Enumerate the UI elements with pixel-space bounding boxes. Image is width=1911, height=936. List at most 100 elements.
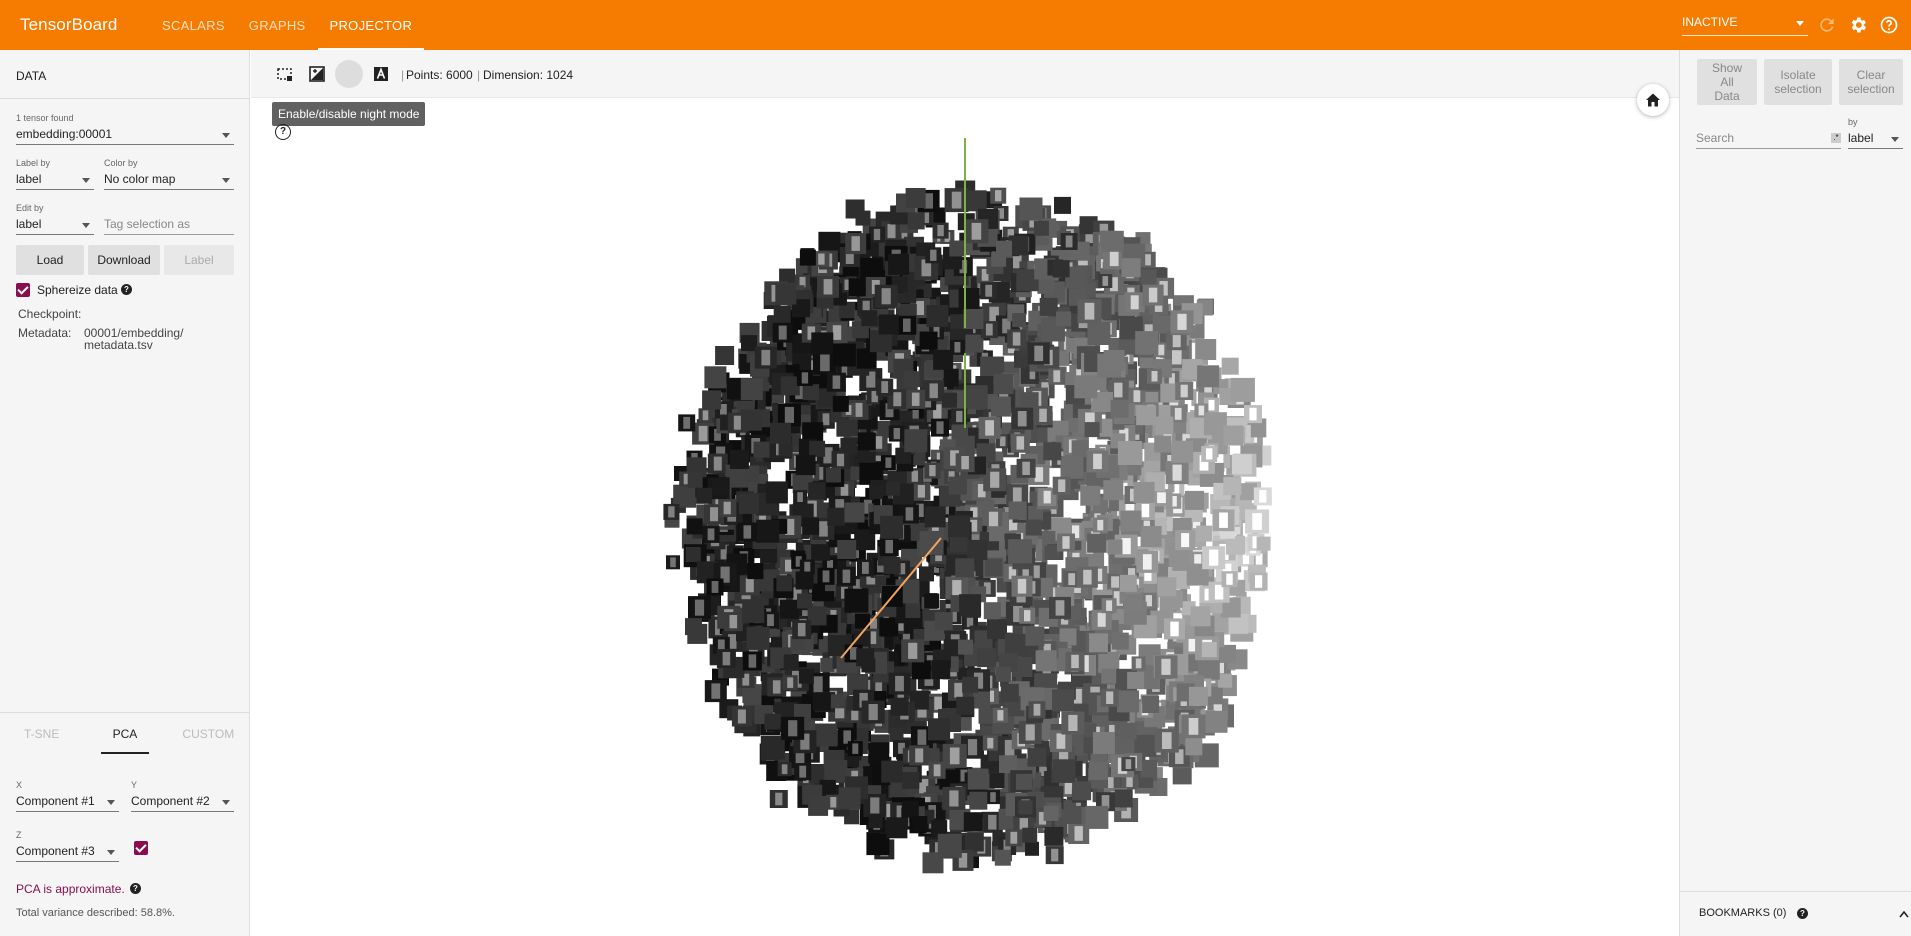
tab-custom[interactable]: CUSTOM xyxy=(167,713,250,754)
embedding-point[interactable] xyxy=(1018,800,1033,815)
embedding-point[interactable] xyxy=(907,212,925,230)
settings-icon[interactable] xyxy=(1848,15,1868,35)
embedding-point[interactable] xyxy=(919,530,944,555)
embedding-point[interactable] xyxy=(1071,440,1089,458)
embedding-point[interactable] xyxy=(1025,841,1039,856)
embedding-point[interactable] xyxy=(948,476,967,495)
embedding-point[interactable] xyxy=(1044,826,1064,846)
help-icon[interactable] xyxy=(1879,15,1899,35)
clear-selection-button[interactable]: Clear selection xyxy=(1839,59,1903,105)
embedding-point[interactable] xyxy=(958,639,973,655)
embedding-point[interactable] xyxy=(1012,313,1027,328)
embedding-point[interactable] xyxy=(888,253,910,275)
embedding-point[interactable] xyxy=(948,515,970,538)
embedding-point[interactable] xyxy=(857,432,876,451)
embedding-point[interactable] xyxy=(753,441,770,458)
regex-toggle-icon[interactable]: .* xyxy=(1831,133,1841,143)
embedding-point[interactable] xyxy=(776,575,793,592)
embedding-point[interactable] xyxy=(881,760,904,783)
tag-selection-input[interactable]: Tag selection as xyxy=(104,213,234,235)
embedding-point[interactable] xyxy=(964,832,984,852)
embedding-point[interactable] xyxy=(878,314,899,335)
embedding-point[interactable] xyxy=(1019,197,1043,221)
embedding-point[interactable] xyxy=(799,249,816,266)
embedding-point[interactable] xyxy=(1127,671,1145,689)
embedding-point[interactable] xyxy=(931,660,951,680)
embedding-point[interactable] xyxy=(967,768,989,790)
embedding-point[interactable] xyxy=(933,349,954,370)
tensor-select[interactable]: embedding:00001 xyxy=(16,123,234,145)
embedding-point[interactable] xyxy=(747,563,764,580)
embedding-point[interactable] xyxy=(1000,683,1019,702)
embedding-point[interactable] xyxy=(844,588,869,613)
embedding-point[interactable] xyxy=(797,593,812,609)
embedding-point[interactable] xyxy=(1088,760,1108,780)
embedding-point[interactable] xyxy=(1119,722,1137,740)
embedding-point[interactable] xyxy=(779,599,799,619)
help-icon[interactable]: ? xyxy=(1797,908,1808,919)
bookmarks-bar[interactable]: BOOKMARKS (0) ? xyxy=(1680,891,1911,936)
embedding-point[interactable] xyxy=(1218,644,1236,663)
refresh-icon[interactable] xyxy=(1817,15,1837,35)
embedding-point[interactable] xyxy=(775,283,797,305)
embedding-point[interactable] xyxy=(905,188,926,208)
embedding-point[interactable] xyxy=(861,310,878,327)
embedding-point[interactable] xyxy=(715,346,735,365)
embedding-scatter[interactable] xyxy=(251,98,1679,936)
embedding-point[interactable] xyxy=(827,507,846,526)
embedding-point[interactable] xyxy=(1223,477,1242,496)
embedding-point[interactable] xyxy=(764,713,781,730)
embedding-point[interactable] xyxy=(1107,539,1123,555)
embedding-point[interactable] xyxy=(1102,230,1124,252)
embedding-point[interactable] xyxy=(1110,399,1129,418)
embedding-point[interactable] xyxy=(1087,533,1107,553)
embedding-point[interactable] xyxy=(1008,539,1033,564)
embedding-point[interactable] xyxy=(856,648,875,667)
embedding-point[interactable] xyxy=(1155,416,1174,435)
embedding-point[interactable] xyxy=(911,660,931,680)
embedding-point[interactable] xyxy=(1185,490,1204,510)
tab-pca[interactable]: PCA xyxy=(83,713,166,754)
embedding-point[interactable] xyxy=(956,696,975,715)
embedding-point[interactable] xyxy=(1103,480,1124,501)
embedding-point[interactable] xyxy=(812,692,831,711)
embedding-point[interactable] xyxy=(924,506,946,528)
run-status-select[interactable]: INACTIVE xyxy=(1682,12,1808,36)
embedding-point[interactable] xyxy=(868,742,890,764)
embedding-point[interactable] xyxy=(1171,440,1194,463)
embedding-point[interactable] xyxy=(1035,650,1057,672)
embedding-point[interactable] xyxy=(869,484,884,499)
embedding-point[interactable] xyxy=(1114,789,1133,808)
embedding-point[interactable] xyxy=(729,449,749,469)
edit-by-select[interactable]: label xyxy=(16,213,94,235)
embedding-point[interactable] xyxy=(989,526,1004,542)
load-button[interactable]: Load xyxy=(16,245,84,275)
embedding-point[interactable] xyxy=(1256,536,1271,551)
x-component-select[interactable]: Component #1 xyxy=(16,790,119,812)
embedding-point[interactable] xyxy=(965,334,984,353)
embedding-point[interactable] xyxy=(811,332,834,355)
search-input[interactable]: Search xyxy=(1696,127,1841,149)
embedding-point[interactable] xyxy=(883,556,901,574)
embedding-point[interactable] xyxy=(820,657,835,672)
embedding-point[interactable] xyxy=(702,390,722,410)
embedding-point[interactable] xyxy=(1117,690,1140,713)
embedding-point[interactable] xyxy=(886,817,908,839)
embedding-point[interactable] xyxy=(824,759,848,783)
embedding-point[interactable] xyxy=(1140,526,1162,547)
embedding-point[interactable] xyxy=(838,787,861,810)
embedding-point[interactable] xyxy=(934,612,953,631)
embedding-point[interactable] xyxy=(1063,805,1082,824)
embedding-point[interactable] xyxy=(1197,365,1220,388)
search-by-select[interactable]: label xyxy=(1848,127,1903,149)
embedding-point[interactable] xyxy=(1089,633,1108,653)
embedding-point[interactable] xyxy=(973,691,990,709)
embedding-point[interactable] xyxy=(1188,686,1208,706)
embedding-point[interactable] xyxy=(770,422,791,444)
embedding-point[interactable] xyxy=(990,396,1011,417)
embedding-point[interactable] xyxy=(937,833,962,858)
embedding-point[interactable] xyxy=(1025,626,1045,646)
embedding-point[interactable] xyxy=(1027,747,1047,767)
embedding-point[interactable] xyxy=(803,384,820,401)
embedding-point[interactable] xyxy=(963,812,983,832)
